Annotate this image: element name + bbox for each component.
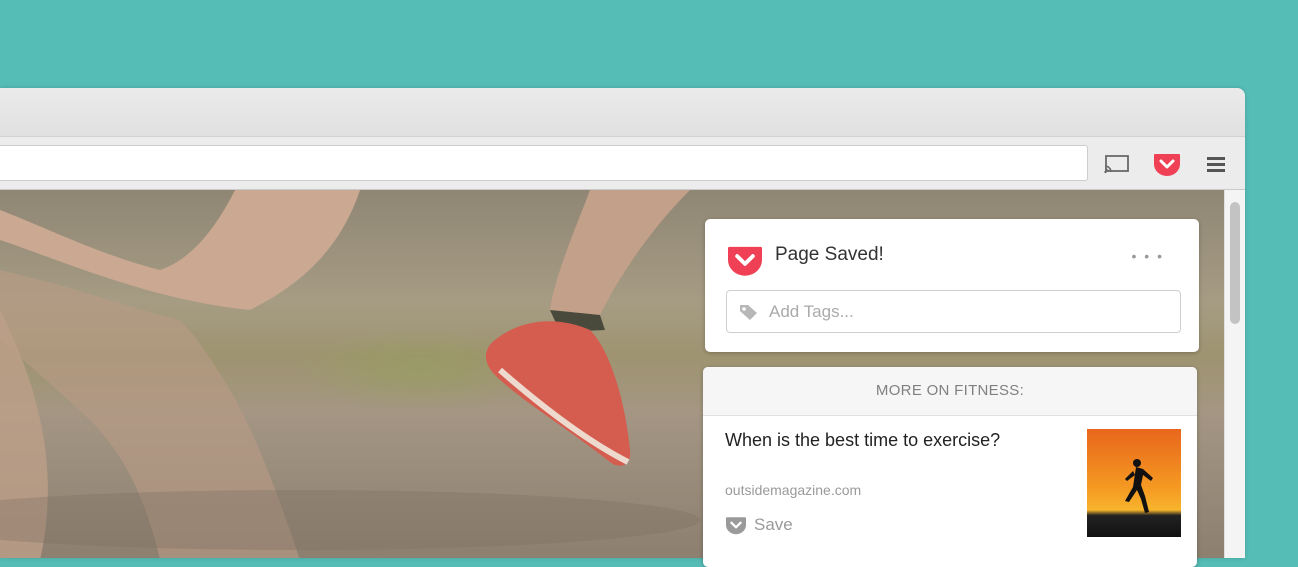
recommendation-save-button[interactable]: Save	[725, 515, 793, 535]
tags-input[interactable]	[767, 300, 1151, 323]
scrollbar-thumb[interactable]	[1230, 202, 1240, 324]
more-on-topic-panel: MORE ON FITNESS: When is the best time t…	[703, 367, 1197, 567]
recommendation-title[interactable]: When is the best time to exercise?	[725, 429, 1025, 452]
address-bar[interactable]	[0, 145, 1088, 181]
tags-field[interactable]	[726, 290, 1181, 333]
scrollbar[interactable]	[1224, 190, 1245, 558]
saved-title: Page Saved!	[775, 244, 884, 265]
cast-icon[interactable]	[1101, 151, 1131, 177]
recommendation-source: outsidemagazine.com	[725, 482, 862, 498]
pocket-save-icon	[725, 515, 747, 535]
runner-silhouette-image	[1125, 459, 1153, 513]
pocket-icon[interactable]	[1152, 151, 1182, 177]
more-options-button[interactable]: • • •	[1132, 248, 1164, 264]
hamburger-menu-icon[interactable]	[1201, 151, 1231, 177]
pocket-logo-icon	[726, 243, 764, 282]
pocket-saved-panel: Page Saved! • • •	[705, 219, 1199, 352]
browser-toolbar	[0, 137, 1245, 190]
more-header: MORE ON FITNESS:	[703, 367, 1197, 416]
save-label: Save	[754, 515, 793, 534]
tag-icon	[739, 303, 759, 321]
recommendation-thumbnail[interactable]	[1087, 429, 1181, 537]
title-bar	[0, 88, 1245, 137]
